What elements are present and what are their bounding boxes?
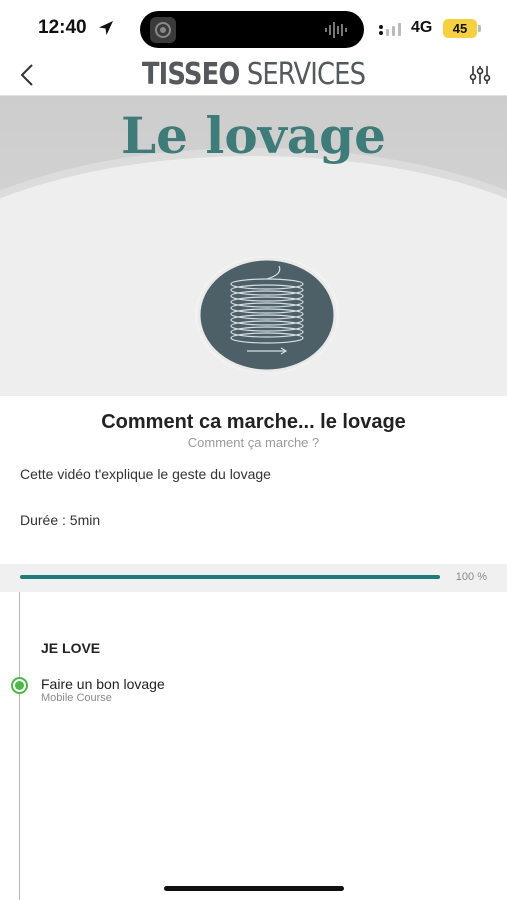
course-description: Cette vidéo t'explique le geste du lovag… (20, 466, 271, 482)
nav-bar: TISSEO SERVICES (0, 56, 507, 96)
brand-logo-light: SERVICES (239, 57, 366, 92)
brand-logo: TISSEO SERVICES (35, 57, 471, 93)
brand-logo-bold: TISSEO (141, 57, 240, 92)
course-hero-banner: Le lovage (0, 96, 507, 396)
dynamic-island (140, 11, 364, 48)
filter-sliders-icon[interactable] (469, 64, 491, 86)
hero-title: Le lovage (121, 106, 386, 165)
course-duration: Durée : 5min (20, 512, 101, 528)
progress-track (20, 575, 440, 579)
cable-coil-icon (195, 256, 339, 374)
battery-indicator: 45 (443, 19, 477, 38)
timeline-item-title[interactable]: Faire un bon lovage (41, 676, 165, 692)
cellular-signal-icon (379, 23, 401, 36)
home-indicator[interactable] (164, 886, 344, 891)
status-time: 12:40 (38, 17, 87, 38)
completed-dot-inner (15, 681, 24, 690)
status-bar: 12:40 4G 45 (0, 0, 507, 56)
course-info: Comment ca marche... le lovage Comment ç… (0, 396, 507, 564)
timeline-item-type: Mobile Course (41, 692, 112, 704)
location-arrow-icon (99, 21, 113, 35)
course-title: Comment ca marche... le lovage (101, 411, 406, 433)
timeline-line (19, 592, 20, 900)
audio-waveform-icon (325, 22, 347, 38)
island-app-icon (150, 17, 176, 43)
progress-fill (20, 575, 440, 579)
network-type: 4G (411, 19, 433, 36)
timeline-section-title: JE LOVE (41, 640, 101, 656)
completed-status-icon (11, 677, 28, 694)
course-subtitle: Comment ça marche ? (187, 435, 320, 450)
battery-level: 45 (452, 21, 468, 36)
progress-percent: 100 % (455, 571, 487, 583)
progress-section: 100 % (0, 564, 507, 592)
battery-tip (478, 25, 481, 32)
